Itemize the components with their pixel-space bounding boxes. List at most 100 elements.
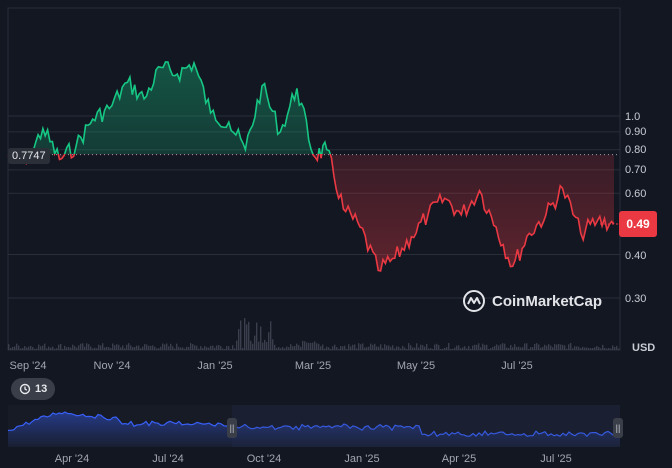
volume-bar <box>428 348 430 350</box>
volume-bar <box>252 343 254 350</box>
volume-bar <box>552 347 554 350</box>
volume-bar <box>184 348 186 350</box>
volume-bar <box>394 348 396 350</box>
volume-bar <box>544 344 546 350</box>
volume-bar <box>210 345 212 350</box>
volume-bar <box>160 346 162 350</box>
volume-bar <box>604 347 606 350</box>
volume-bar <box>82 343 84 350</box>
volume-bar <box>78 345 80 350</box>
volume-bar <box>90 346 92 350</box>
price-area-down <box>8 154 614 271</box>
volume-bar <box>374 343 376 350</box>
volume-bar <box>136 345 138 350</box>
volume-bar <box>74 346 76 350</box>
volume-bar <box>556 344 558 350</box>
volume-bar <box>216 345 218 350</box>
volume-bar <box>174 348 176 350</box>
volume-bar <box>8 344 10 350</box>
volume-bar <box>294 345 296 350</box>
coinmarketcap-watermark: CoinMarketCap <box>462 289 602 313</box>
volume-bar <box>46 348 48 350</box>
volume-bar <box>452 348 454 350</box>
currency-label: USD <box>632 342 656 354</box>
volume-bar <box>178 346 180 350</box>
volume-bar <box>466 348 468 350</box>
navigator[interactable] <box>7 405 621 447</box>
volume-bar <box>582 346 584 350</box>
history-icon <box>19 383 31 395</box>
price-tick: 1.0 <box>625 111 641 123</box>
volume-bar <box>246 324 248 350</box>
volume-bar <box>346 348 348 350</box>
volume-bar <box>380 344 382 350</box>
volume-bar <box>52 346 54 350</box>
volume-bar <box>560 344 562 350</box>
price-chart[interactable] <box>0 0 672 468</box>
volume-bar <box>240 320 242 350</box>
volume-bar <box>460 348 462 350</box>
history-zoom-button[interactable]: 13 <box>11 378 56 400</box>
volume-bar <box>442 348 444 350</box>
volume-bar <box>566 348 568 350</box>
volume-bar <box>420 344 422 350</box>
volume-bar <box>336 347 338 350</box>
volume-bar <box>20 348 22 350</box>
volume-bar <box>366 347 368 350</box>
volume-bar <box>286 346 288 350</box>
volume-bar <box>214 347 216 350</box>
price-tick: 0.40 <box>625 250 647 262</box>
volume-bar <box>290 344 292 350</box>
volume-bar <box>404 347 406 350</box>
volume-bar <box>258 341 260 350</box>
volume-bar <box>302 340 304 350</box>
navigator-right-handle[interactable]: || <box>613 418 623 438</box>
volume-bar <box>128 343 130 350</box>
volume-bar <box>148 345 150 350</box>
volume-bar <box>202 348 204 350</box>
volume-bar <box>488 348 490 350</box>
volume-bar <box>158 348 160 350</box>
volume-bar <box>244 318 246 350</box>
volume-bar <box>230 348 232 350</box>
volume-bar <box>376 346 378 350</box>
volume-bar <box>546 345 548 350</box>
volume-bar <box>586 347 588 350</box>
navigator-left-handle[interactable]: || <box>227 418 237 438</box>
volume-bar <box>548 344 550 350</box>
volume-bar <box>24 346 26 350</box>
volume-bar <box>300 346 302 350</box>
volume-bar <box>564 345 566 350</box>
volume-bar <box>554 344 556 350</box>
volume-bar <box>10 347 12 350</box>
volume-bar <box>406 348 408 350</box>
volume-bar <box>576 346 578 350</box>
volume-bar <box>312 342 314 350</box>
volume-bar <box>192 344 194 350</box>
volume-bar <box>572 348 574 350</box>
volume-bar <box>342 346 344 350</box>
volume-bar <box>94 347 96 350</box>
volume-bar <box>512 347 514 350</box>
volume-bar <box>212 345 214 350</box>
volume-bar <box>602 344 604 350</box>
volume-bar <box>418 347 420 350</box>
volume-bar <box>30 345 32 350</box>
volume-bar <box>370 343 372 350</box>
volume-bar <box>88 344 90 350</box>
volume-bar <box>468 346 470 350</box>
volume-bar <box>456 345 458 350</box>
volume-bar <box>48 346 50 350</box>
volume-bar <box>412 347 414 350</box>
volume-bar <box>410 345 412 350</box>
volume-bar <box>484 345 486 350</box>
volume-bar <box>188 346 190 350</box>
volume-bar <box>610 348 612 350</box>
volume-bar <box>328 347 330 350</box>
time-tick: May '25 <box>396 360 436 372</box>
volume-bar <box>80 343 82 350</box>
volume-bar <box>378 346 380 350</box>
volume-bar <box>176 343 178 350</box>
volume-bar <box>92 348 94 350</box>
volume-bar <box>518 346 520 350</box>
